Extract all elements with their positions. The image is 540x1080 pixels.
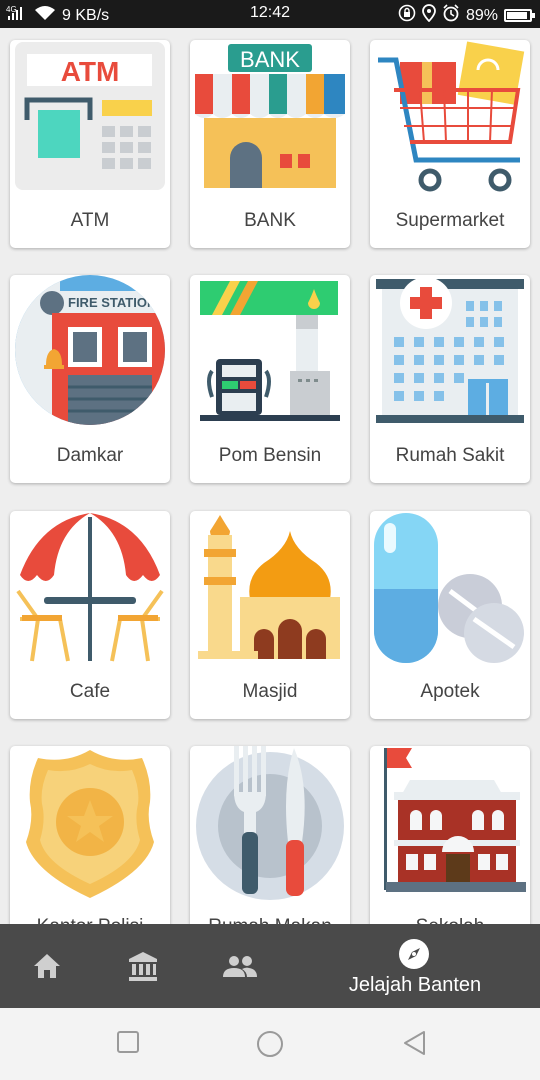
school-icon — [370, 746, 530, 906]
place-card-supermarket[interactable]: Supermarket — [370, 40, 530, 248]
svg-text:FIRE STATION: FIRE STATION — [68, 295, 156, 310]
alarm-icon — [442, 4, 460, 27]
nav-institution[interactable] — [112, 924, 174, 1008]
place-label: Rumah Sakit — [395, 445, 505, 466]
bottom-navigation: Jelajah Banten — [0, 924, 540, 1008]
plate-cutlery-icon — [190, 746, 350, 906]
places-grid: ATM ATM BANK BANK Supermarket FIRE STATI… — [0, 28, 540, 924]
battery-icon — [504, 9, 535, 22]
place-label: Masjid — [242, 681, 298, 702]
place-card-pom-bensin[interactable]: Pom Bensin — [190, 275, 350, 483]
place-label: BANK — [244, 210, 296, 231]
nav-people[interactable] — [208, 924, 272, 1008]
nav-jelajah-banten[interactable]: Jelajah Banten — [330, 924, 500, 1008]
place-card-rumah-sakit[interactable]: Rumah Sakit — [370, 275, 530, 483]
place-card-damkar[interactable]: FIRE STATION Damkar — [10, 275, 170, 483]
app-screen: 4G 9 KB/s 12:42 89% ATM ATM BANK BANK Su… — [0, 0, 540, 1080]
place-label: Cafe — [69, 681, 111, 702]
recent-apps-icon[interactable] — [116, 1030, 140, 1059]
place-card-atm[interactable]: ATM ATM — [10, 40, 170, 248]
people-icon — [222, 954, 258, 978]
location-icon — [422, 4, 436, 27]
hospital-icon — [370, 275, 530, 435]
cafe-icon — [10, 511, 170, 671]
svg-text:BANK: BANK — [240, 47, 300, 72]
signal-icon: 4G — [6, 4, 28, 27]
place-card-rumah-makan[interactable]: Rumah Makan — [190, 746, 350, 924]
svg-text:4G: 4G — [6, 5, 17, 14]
atm-icon: ATM — [10, 40, 170, 200]
compass-icon — [398, 938, 430, 975]
rotation-lock-icon — [398, 4, 416, 27]
place-label: Damkar — [56, 445, 124, 466]
place-card-cafe[interactable]: Cafe — [10, 511, 170, 719]
battery-percent: 89% — [465, 6, 498, 24]
system-navigation-bar — [0, 1008, 540, 1080]
back-triangle-icon[interactable] — [402, 1030, 428, 1061]
shopping-cart-icon — [370, 40, 530, 200]
place-card-apotek[interactable]: Apotek — [370, 511, 530, 719]
fire-station-icon: FIRE STATION — [10, 275, 170, 435]
home-icon — [32, 952, 62, 980]
mosque-icon — [190, 511, 350, 671]
place-label: Rumah Makan — [190, 916, 350, 924]
pills-icon — [370, 511, 530, 671]
wifi-icon — [34, 5, 56, 26]
home-circle-icon[interactable] — [256, 1030, 284, 1063]
place-label: ATM — [70, 210, 110, 231]
network-speed: 9 KB/s — [62, 6, 110, 24]
clock: 12:42 — [249, 4, 291, 21]
gas-station-icon — [190, 275, 350, 435]
place-label: Pom Bensin — [218, 445, 322, 466]
place-card-masjid[interactable]: Masjid — [190, 511, 350, 719]
place-card-sekolah[interactable]: Sekolah — [370, 746, 530, 924]
status-bar: 4G 9 KB/s 12:42 89% — [0, 0, 540, 28]
place-label: Apotek — [420, 681, 480, 702]
nav-active-label: Jelajah Banten — [348, 974, 482, 996]
place-card-bank[interactable]: BANK BANK — [190, 40, 350, 248]
bank-icon: BANK — [190, 40, 350, 200]
police-badge-icon — [10, 746, 170, 906]
svg-text:ATM: ATM — [61, 56, 120, 87]
nav-home[interactable] — [16, 924, 78, 1008]
place-label: Sekolah — [370, 916, 530, 924]
place-label: Kantor Polisi — [10, 916, 170, 924]
place-label: Supermarket — [395, 210, 505, 231]
institution-icon — [127, 950, 159, 982]
place-card-kantor-polisi[interactable]: Kantor Polisi — [10, 746, 170, 924]
